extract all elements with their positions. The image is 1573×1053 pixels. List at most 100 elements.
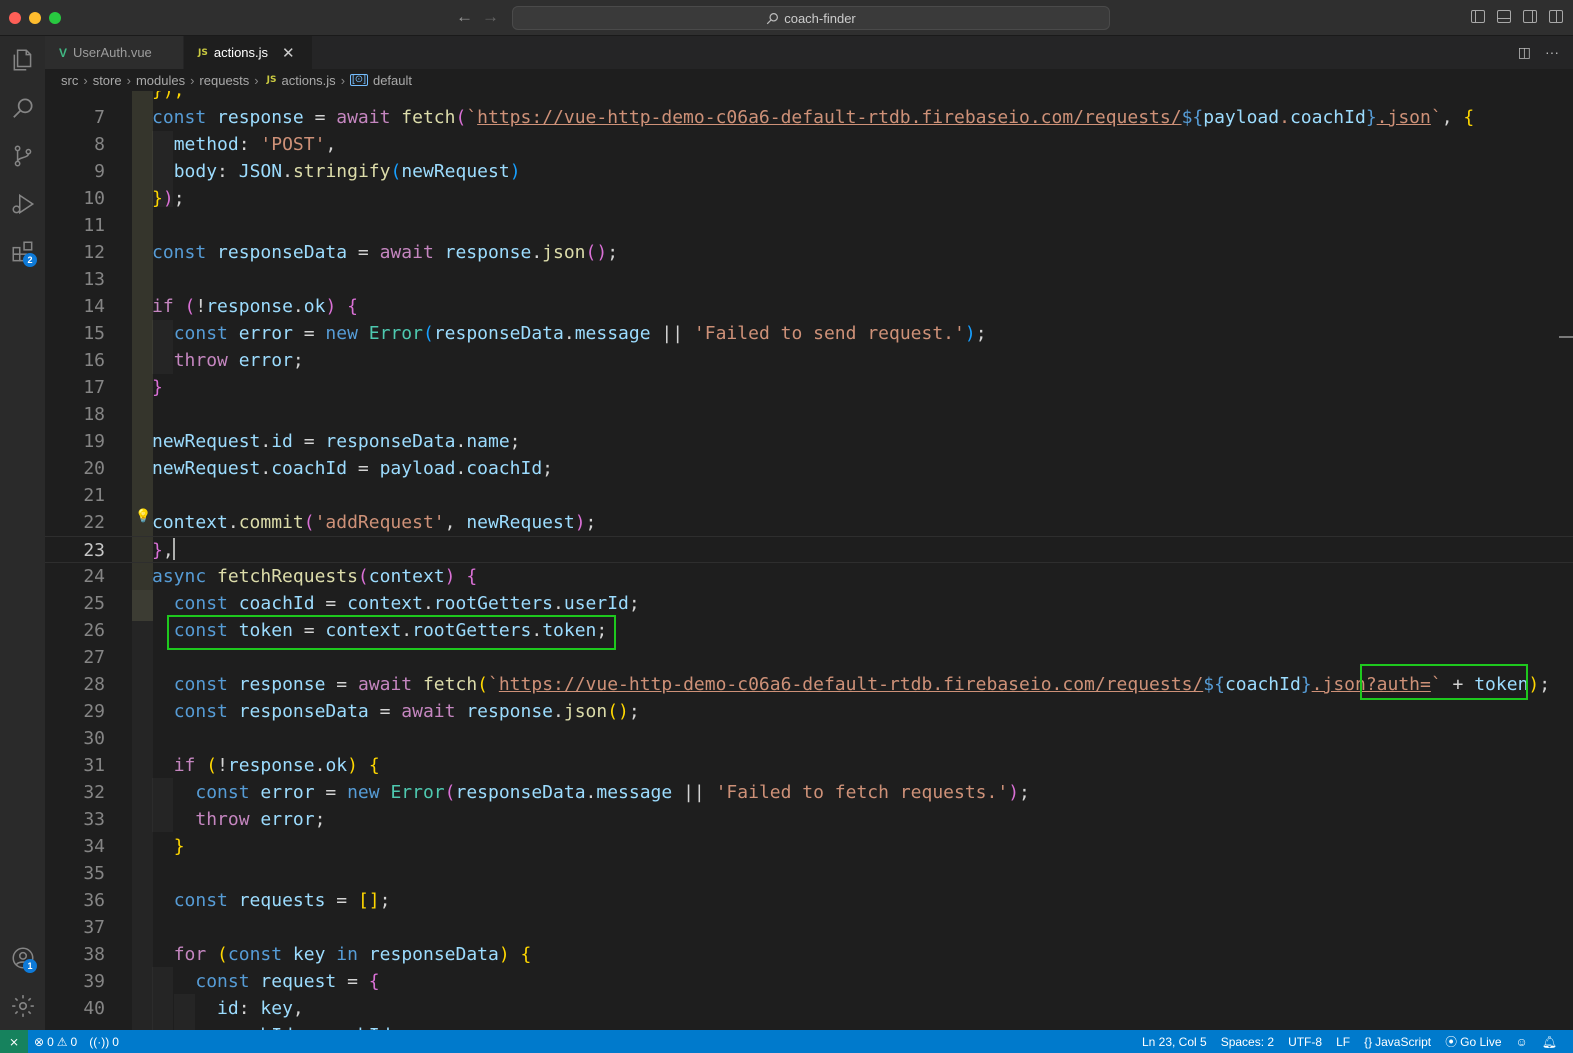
line-number: 28 bbox=[83, 674, 105, 695]
breadcrumb-item[interactable]: src bbox=[61, 73, 78, 88]
window-title: coach-finder bbox=[784, 10, 856, 26]
status-bar: ⨯ ⊗ 0 ⚠ 0 ((·)) 0 Ln 23, Col 5 Spaces: 2 UT… bbox=[0, 1030, 1573, 1053]
code-line: 19 newRequest.id = responseData.name; bbox=[45, 428, 1573, 455]
code-line: 9 body: JSON.stringify(newRequest) bbox=[45, 158, 1573, 185]
split-editor-icon[interactable]: ◫ bbox=[1518, 44, 1531, 61]
code-line: 39 const request = { bbox=[45, 968, 1573, 995]
code-line: 8 method: 'POST', bbox=[45, 131, 1573, 158]
command-center-search[interactable]: coach-finder bbox=[512, 6, 1110, 30]
code-editor[interactable]: }); 7const response = await fetch(`https… bbox=[45, 91, 1573, 1030]
encoding-setting[interactable]: UTF-8 bbox=[1282, 1035, 1328, 1049]
eol-label: LF bbox=[1336, 1034, 1351, 1049]
line-number: 25 bbox=[83, 593, 105, 614]
lightbulb-icon[interactable]: 💡 bbox=[135, 508, 151, 524]
line-number: 34 bbox=[83, 836, 105, 857]
toggle-primary-sidebar-icon[interactable] bbox=[1471, 10, 1485, 23]
code-line: 34 } bbox=[45, 833, 1573, 860]
breadcrumb-item[interactable]: modules bbox=[136, 73, 185, 88]
text-cursor bbox=[173, 538, 175, 560]
toggle-secondary-sidebar-icon[interactable] bbox=[1523, 10, 1537, 23]
code-line: 30 bbox=[45, 725, 1573, 752]
encoding-label: UTF-8 bbox=[1288, 1034, 1323, 1049]
indentation-label: Spaces: 2 bbox=[1220, 1034, 1275, 1049]
tab-label: UserAuth.vue bbox=[73, 45, 152, 60]
forward-arrow-icon[interactable]: → bbox=[482, 7, 499, 27]
explorer-icon[interactable] bbox=[0, 40, 45, 80]
breadcrumb-item[interactable]: requests bbox=[199, 73, 249, 88]
broadcast-icon: ⦿ bbox=[1445, 1035, 1458, 1049]
line-number: 36 bbox=[83, 890, 105, 911]
eol-setting[interactable]: LF bbox=[1330, 1035, 1356, 1049]
breadcrumb-item[interactable]: default bbox=[373, 73, 412, 88]
indentation-setting[interactable]: Spaces: 2 bbox=[1215, 1035, 1280, 1049]
feedback-icon[interactable]: ☺ bbox=[1510, 1035, 1534, 1049]
line-number: 14 bbox=[83, 296, 105, 317]
tab-userauth-vue[interactable]: V UserAuth.vue bbox=[45, 36, 183, 69]
chevron-right-icon: › bbox=[254, 72, 259, 88]
line-number: 16 bbox=[83, 350, 105, 371]
code-line: 36 const requests = []; bbox=[45, 887, 1573, 914]
code-line: 29 const responseData = await response.j… bbox=[45, 698, 1573, 725]
chevron-right-icon: › bbox=[340, 72, 346, 88]
source-control-icon[interactable] bbox=[0, 136, 45, 176]
code-line-current: 23}, bbox=[45, 536, 1573, 563]
accounts-badge: 1 bbox=[23, 959, 37, 973]
run-debug-icon[interactable] bbox=[0, 184, 45, 224]
breadcrumb-item[interactable]: actions.js bbox=[281, 73, 335, 88]
warning-count: 0 bbox=[70, 1034, 78, 1049]
settings-gear-icon[interactable] bbox=[0, 986, 45, 1026]
code-line: 33 throw error; bbox=[45, 806, 1573, 833]
line-number: 7 bbox=[94, 107, 105, 128]
error-icon: ⊗ bbox=[34, 1034, 45, 1049]
scrollbar-marker bbox=[1559, 336, 1573, 338]
line-number: 8 bbox=[94, 134, 105, 155]
breadcrumb-item[interactable]: store bbox=[93, 73, 122, 88]
tab-label: actions.js bbox=[213, 45, 269, 60]
line-number: 10 bbox=[83, 188, 105, 209]
code-line: 14 if (!response.ok) { bbox=[45, 293, 1573, 320]
line-number: 13 bbox=[83, 269, 105, 290]
code-line: 10}); bbox=[45, 185, 1573, 212]
line-number: 31 bbox=[83, 755, 105, 776]
line-number: 30 bbox=[83, 728, 105, 749]
line-number: 38 bbox=[83, 944, 105, 965]
search-icon[interactable] bbox=[0, 88, 45, 128]
customize-layout-icon[interactable] bbox=[1549, 10, 1563, 23]
js-icon: JS bbox=[266, 75, 277, 85]
close-window-button[interactable] bbox=[9, 12, 21, 24]
line-number: 40 bbox=[83, 998, 105, 1019]
go-live-label: Go Live bbox=[1460, 1034, 1502, 1049]
line-number: 9 bbox=[94, 161, 105, 182]
chevron-right-icon: › bbox=[126, 72, 131, 88]
remote-icon[interactable]: ⨯ bbox=[0, 1030, 28, 1053]
notifications-bell-icon[interactable]: 🔔︎ bbox=[1536, 1035, 1563, 1049]
problems-indicator[interactable]: ⊗ 0 ⚠ 0 bbox=[28, 1035, 83, 1049]
chevron-right-icon: › bbox=[190, 72, 195, 88]
tab-actions-js[interactable]: JS actions.js ✕ bbox=[184, 36, 312, 69]
search-icon bbox=[767, 12, 779, 24]
accounts-icon[interactable]: 1 bbox=[0, 938, 45, 978]
extensions-icon[interactable]: 2 bbox=[0, 232, 45, 272]
language-label: JavaScript bbox=[1375, 1034, 1432, 1049]
ports-indicator[interactable]: ((·)) 0 bbox=[83, 1035, 125, 1049]
close-icon[interactable]: ✕ bbox=[282, 44, 295, 62]
language-mode[interactable]: {} JavaScript bbox=[1358, 1035, 1437, 1049]
code-line: 22 context.commit('addRequest', newReques… bbox=[45, 509, 1573, 536]
cursor-position[interactable]: Ln 23, Col 5 bbox=[1136, 1035, 1213, 1049]
highlight-box-token-line bbox=[167, 615, 616, 650]
minimize-window-button[interactable] bbox=[29, 12, 41, 24]
go-live-button[interactable]: ⦿ Go Live bbox=[1439, 1033, 1507, 1050]
more-actions-icon[interactable]: ··· bbox=[1545, 44, 1559, 61]
broadcast-icon: ((·)) bbox=[89, 1034, 110, 1049]
zoom-window-button[interactable] bbox=[49, 12, 61, 24]
activity-bar: 2 1 bbox=[0, 36, 45, 1030]
symbol-variable-icon: [⊙] bbox=[350, 74, 368, 86]
code-line: 40 id: key, bbox=[45, 995, 1573, 1022]
line-number: 21 bbox=[83, 485, 105, 506]
toggle-panel-icon[interactable] bbox=[1497, 10, 1511, 23]
line-number: 26 bbox=[83, 620, 105, 641]
back-arrow-icon[interactable]: ← bbox=[456, 7, 473, 27]
code-line: 35 bbox=[45, 860, 1573, 887]
code-line: 7 const response = await fetch(`https://v… bbox=[45, 104, 1573, 131]
line-number: 32 bbox=[83, 782, 105, 803]
